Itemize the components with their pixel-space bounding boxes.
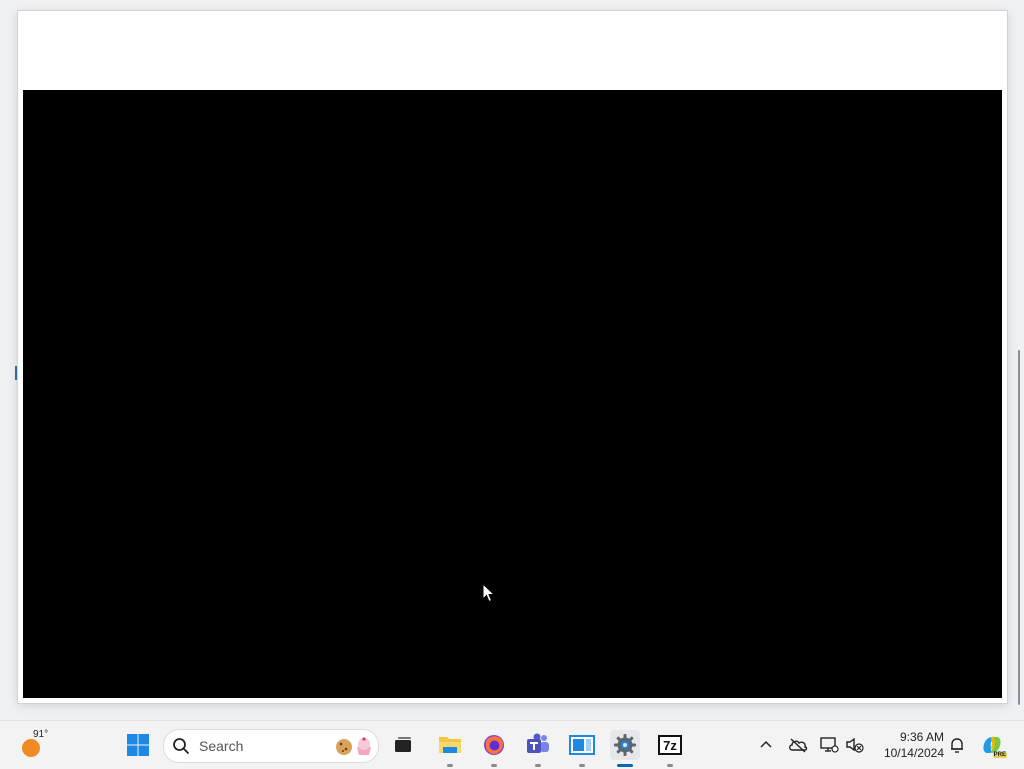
weather-widget[interactable]: 91° bbox=[18, 729, 58, 763]
7zip-button[interactable]: 7z bbox=[655, 730, 685, 767]
notification-bell-icon bbox=[951, 738, 963, 753]
clock-time: 9:36 AM bbox=[899, 730, 944, 744]
gear-icon bbox=[614, 734, 636, 756]
search-highlight-cookie-icon bbox=[336, 737, 371, 755]
window-app-button[interactable] bbox=[567, 730, 597, 767]
running-indicator bbox=[447, 764, 453, 767]
clock-date: 10/14/2024 bbox=[883, 746, 944, 760]
active-indicator bbox=[617, 764, 633, 767]
volume-muted-icon bbox=[846, 737, 864, 753]
7z-icon: 7z bbox=[658, 735, 682, 755]
task-view-icon bbox=[395, 737, 411, 752]
copilot-button[interactable]: PRE bbox=[977, 730, 1007, 760]
notification-center-button[interactable] bbox=[947, 735, 967, 755]
running-indicator bbox=[535, 764, 541, 767]
copilot-icon: PRE bbox=[980, 733, 1007, 758]
file-explorer-button[interactable] bbox=[435, 730, 465, 767]
firefox-icon bbox=[484, 735, 504, 755]
onedrive-status[interactable] bbox=[788, 735, 808, 755]
settings-button[interactable] bbox=[610, 730, 640, 767]
taskbar: 91° Search 7z 9:36 AM 10/14/2024 PRE bbox=[0, 720, 1024, 769]
clock[interactable]: 9:36 AM 10/14/2024 bbox=[872, 729, 944, 761]
app-window[interactable] bbox=[17, 10, 1008, 704]
copilot-badge: PRE bbox=[992, 752, 1007, 758]
mouse-cursor-icon bbox=[482, 583, 496, 603]
task-view-button[interactable] bbox=[388, 730, 418, 760]
running-indicator bbox=[667, 764, 673, 767]
window-content-area[interactable] bbox=[23, 90, 1002, 698]
teams-button[interactable] bbox=[523, 730, 553, 767]
running-indicator bbox=[491, 764, 497, 767]
firefox-button[interactable] bbox=[479, 730, 509, 767]
resize-edge-indicator bbox=[15, 366, 17, 380]
chevron-up-icon bbox=[760, 740, 772, 748]
sun-icon bbox=[22, 739, 40, 757]
weather-temperature: 91° bbox=[33, 729, 49, 740]
folder-icon bbox=[439, 737, 461, 753]
network-status[interactable] bbox=[819, 735, 839, 755]
volume-control[interactable] bbox=[845, 735, 865, 755]
windows-logo-icon bbox=[127, 734, 149, 756]
onedrive-offline-icon bbox=[789, 738, 808, 753]
desktop bbox=[0, 0, 1024, 720]
search-icon bbox=[173, 738, 189, 754]
show-hidden-icons-button[interactable] bbox=[756, 735, 776, 755]
teams-icon bbox=[527, 733, 549, 753]
taskbar-search[interactable]: Search bbox=[163, 729, 379, 763]
scrollbar[interactable] bbox=[1018, 350, 1020, 705]
search-placeholder: Search bbox=[199, 738, 244, 754]
start-button[interactable] bbox=[123, 730, 153, 760]
network-icon bbox=[820, 737, 839, 753]
window-titlebar[interactable] bbox=[18, 11, 1007, 89]
window-app-icon bbox=[569, 735, 595, 755]
7z-label: 7z bbox=[663, 737, 677, 753]
running-indicator bbox=[579, 764, 585, 767]
